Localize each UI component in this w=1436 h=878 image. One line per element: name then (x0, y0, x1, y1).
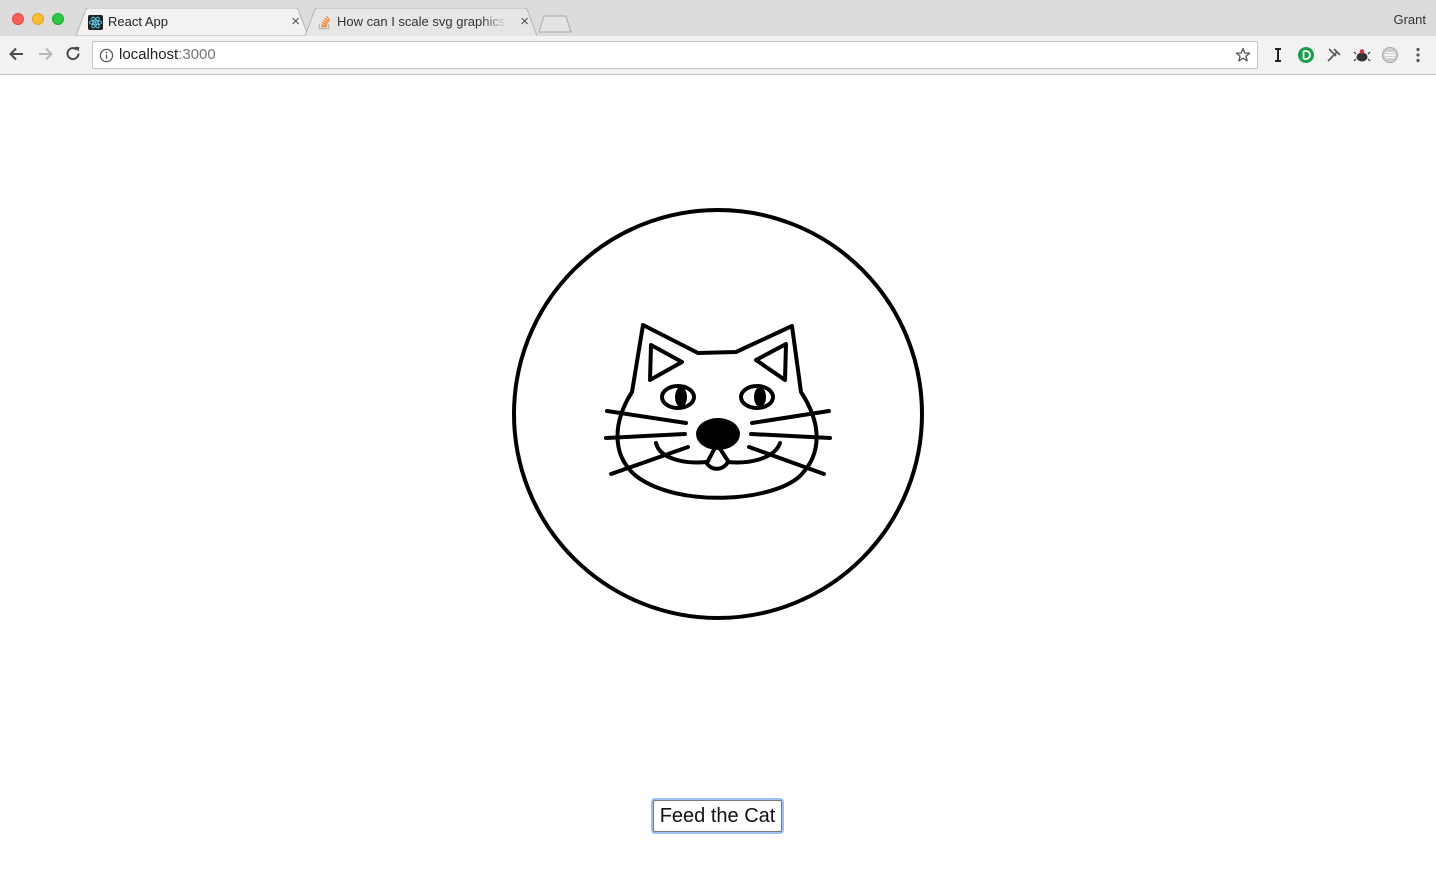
toolbar: localhost:3000 (0, 36, 1436, 74)
new-tab-button[interactable] (538, 15, 572, 33)
url-port: :3000 (178, 46, 216, 63)
extension-i-icon[interactable] (1269, 46, 1287, 64)
reload-icon[interactable] (63, 44, 83, 64)
extension-gray-circle-icon[interactable] (1381, 46, 1399, 64)
extension-pin-icon[interactable] (1325, 46, 1343, 64)
cat-nose (696, 418, 740, 450)
browser-chrome: React App × How can I scale svg graphics… (0, 0, 1436, 75)
info-icon[interactable] (99, 48, 114, 63)
cat-right-pupil (754, 387, 766, 407)
browser-menu-icon[interactable] (1409, 46, 1427, 64)
extension-green-d-icon[interactable] (1297, 46, 1315, 64)
close-window-button[interactable] (12, 13, 24, 25)
tab-title: React App (108, 14, 168, 29)
cat-left-inner-ear (648, 343, 684, 382)
cat-left-pupil (675, 387, 687, 407)
url-host: localhost (119, 46, 179, 63)
url-text[interactable]: localhost:3000 (119, 42, 216, 68)
bookmark-star-icon[interactable] (1235, 47, 1251, 63)
back-arrow-icon[interactable] (7, 44, 27, 64)
feed-the-cat-button[interactable]: Feed the Cat (653, 800, 782, 832)
minimize-window-button[interactable] (32, 13, 44, 25)
address-bar[interactable]: localhost:3000 (92, 41, 1258, 69)
forward-arrow-icon[interactable] (35, 44, 55, 64)
extension-bug-icon[interactable] (1353, 46, 1371, 64)
cat-face-icon (512, 208, 924, 620)
stackoverflow-icon (318, 15, 331, 30)
tab-title: How can I scale svg graphics g (337, 14, 507, 29)
profile-name[interactable]: Grant (1393, 12, 1426, 27)
react-logo-icon (88, 15, 103, 30)
tab-react-app[interactable]: React App × (76, 8, 308, 36)
cat-right-inner-ear (754, 342, 788, 382)
tab-stackoverflow[interactable]: How can I scale svg graphics g × (305, 8, 537, 36)
cat-circle-outline (512, 208, 924, 620)
tab-strip: React App × How can I scale svg graphics… (0, 0, 1436, 36)
page-viewport: Feed the Cat (0, 75, 1436, 878)
zoom-window-button[interactable] (52, 13, 64, 25)
close-tab-icon[interactable]: × (291, 8, 300, 36)
close-tab-icon[interactable]: × (520, 8, 529, 36)
